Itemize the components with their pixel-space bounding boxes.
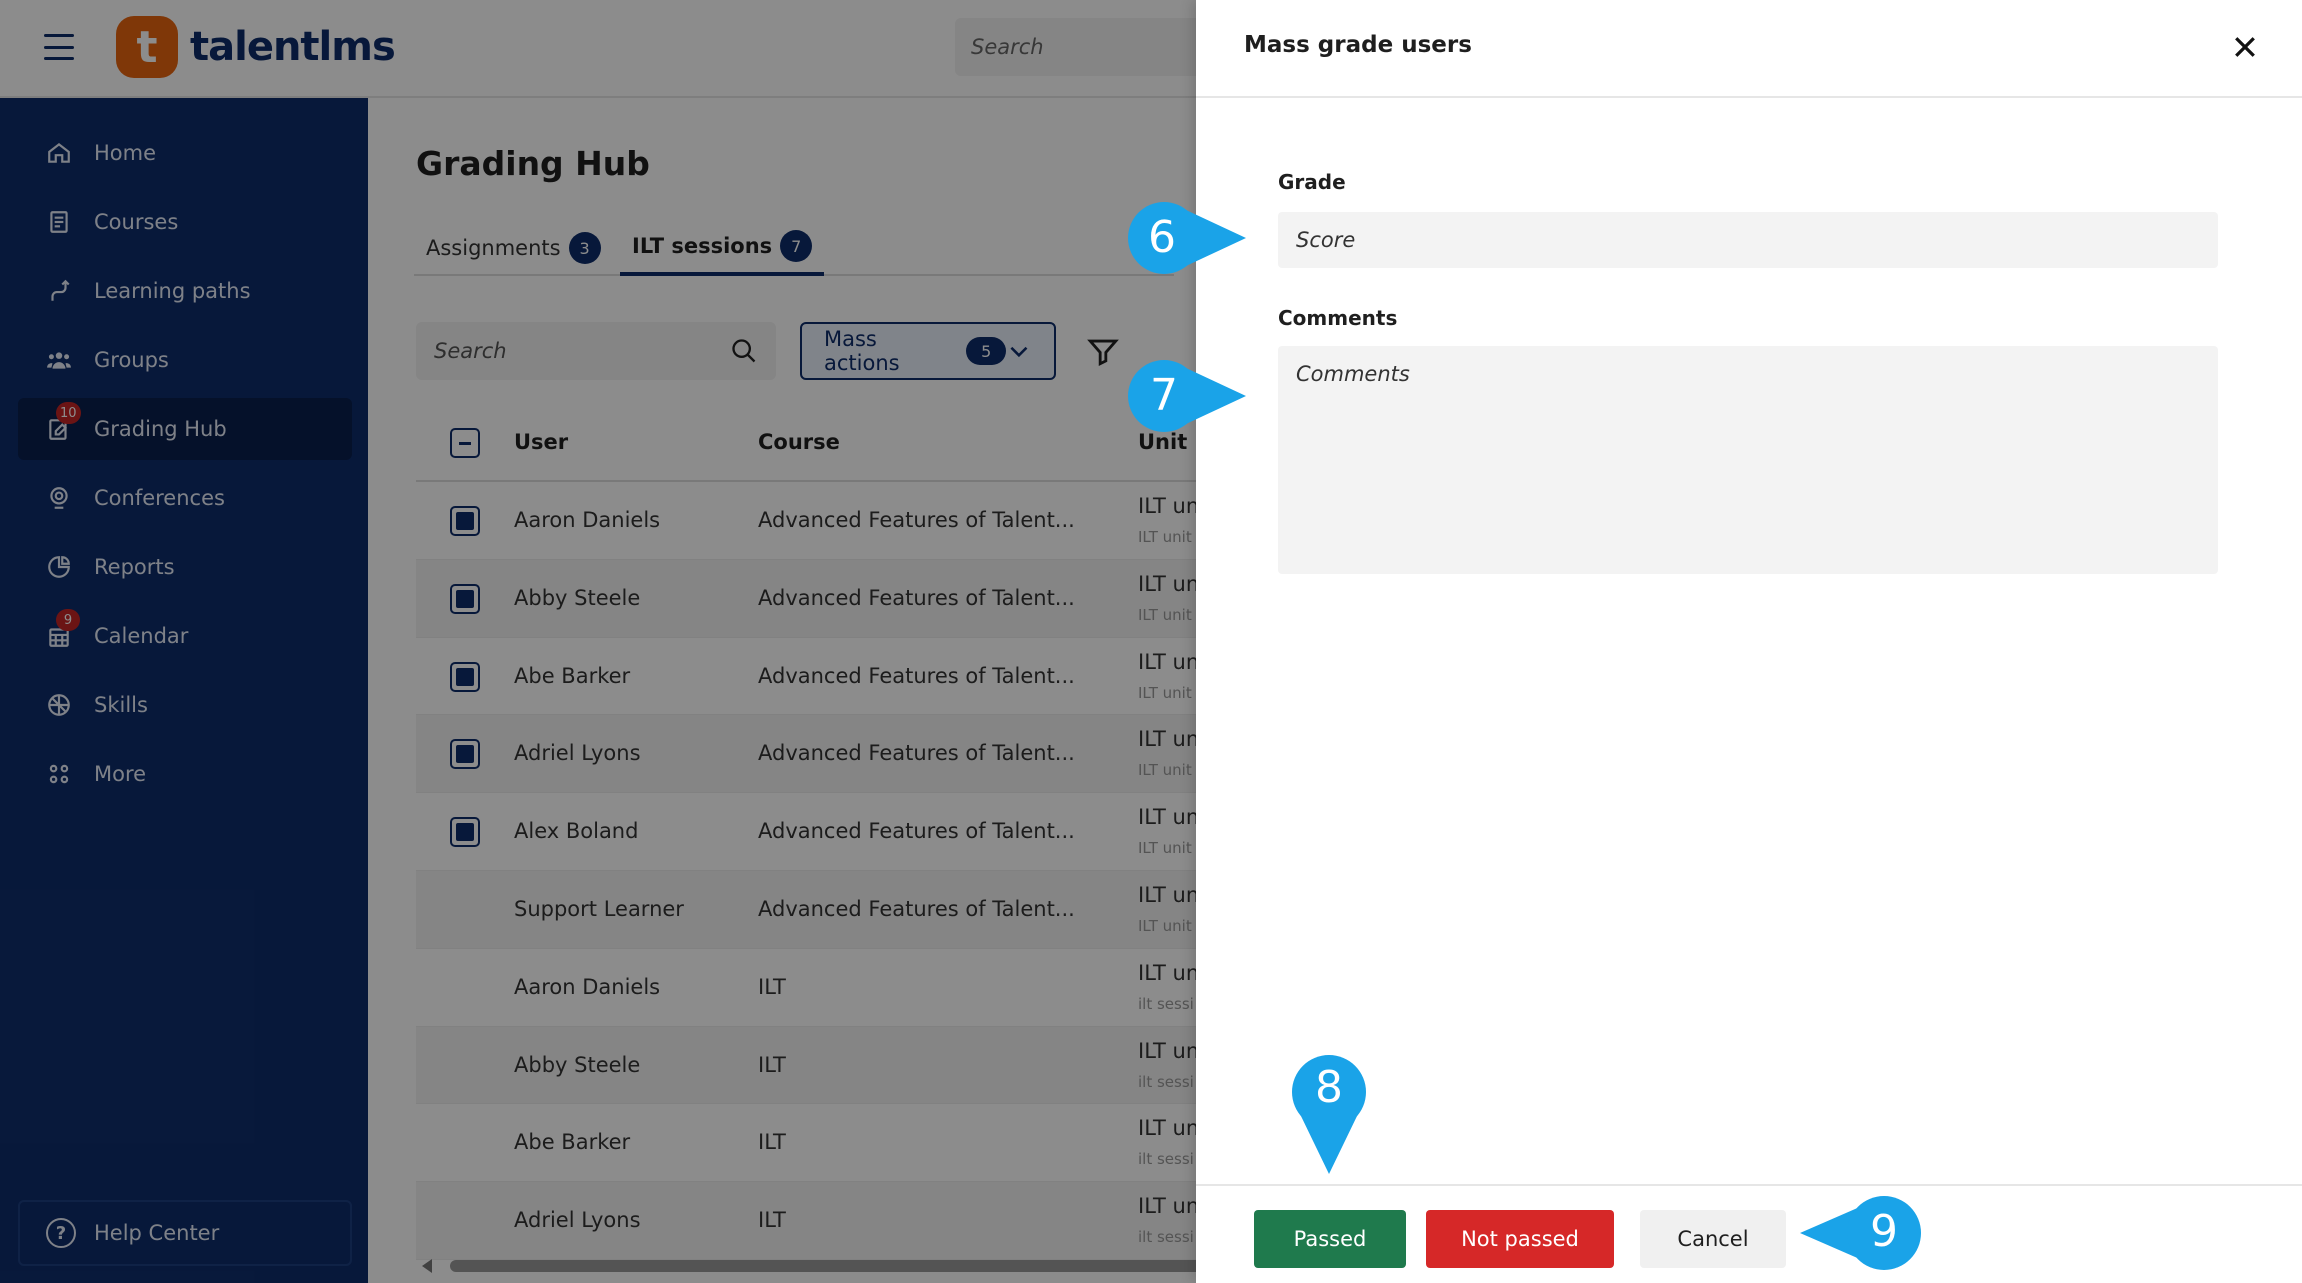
grade-score-input[interactable]	[1278, 212, 2218, 268]
callout-marker-6: 6	[1126, 200, 1246, 276]
callout-number: 7	[1150, 370, 1178, 421]
close-icon[interactable]	[2230, 32, 2260, 62]
comments-label: Comments	[1278, 306, 1398, 330]
comments-textarea[interactable]	[1278, 346, 2218, 574]
cancel-button[interactable]: Cancel	[1640, 1210, 1786, 1268]
callout-marker-8: 8	[1290, 1054, 1368, 1174]
callout-marker-9: 9	[1800, 1194, 1922, 1272]
callout-number: 6	[1148, 212, 1176, 263]
drawer-title: Mass grade users	[1244, 32, 1472, 58]
not-passed-button[interactable]: Not passed	[1426, 1210, 1614, 1268]
passed-button[interactable]: Passed	[1254, 1210, 1406, 1268]
drawer-footer: Passed Not passed Cancel	[1196, 1184, 2302, 1283]
grade-label: Grade	[1278, 170, 1346, 194]
callout-number: 8	[1315, 1062, 1343, 1113]
callout-number: 9	[1870, 1206, 1898, 1257]
modal-backdrop[interactable]	[0, 0, 1196, 1283]
drawer-header: Mass grade users	[1196, 0, 2302, 98]
callout-marker-7: 7	[1126, 358, 1246, 434]
